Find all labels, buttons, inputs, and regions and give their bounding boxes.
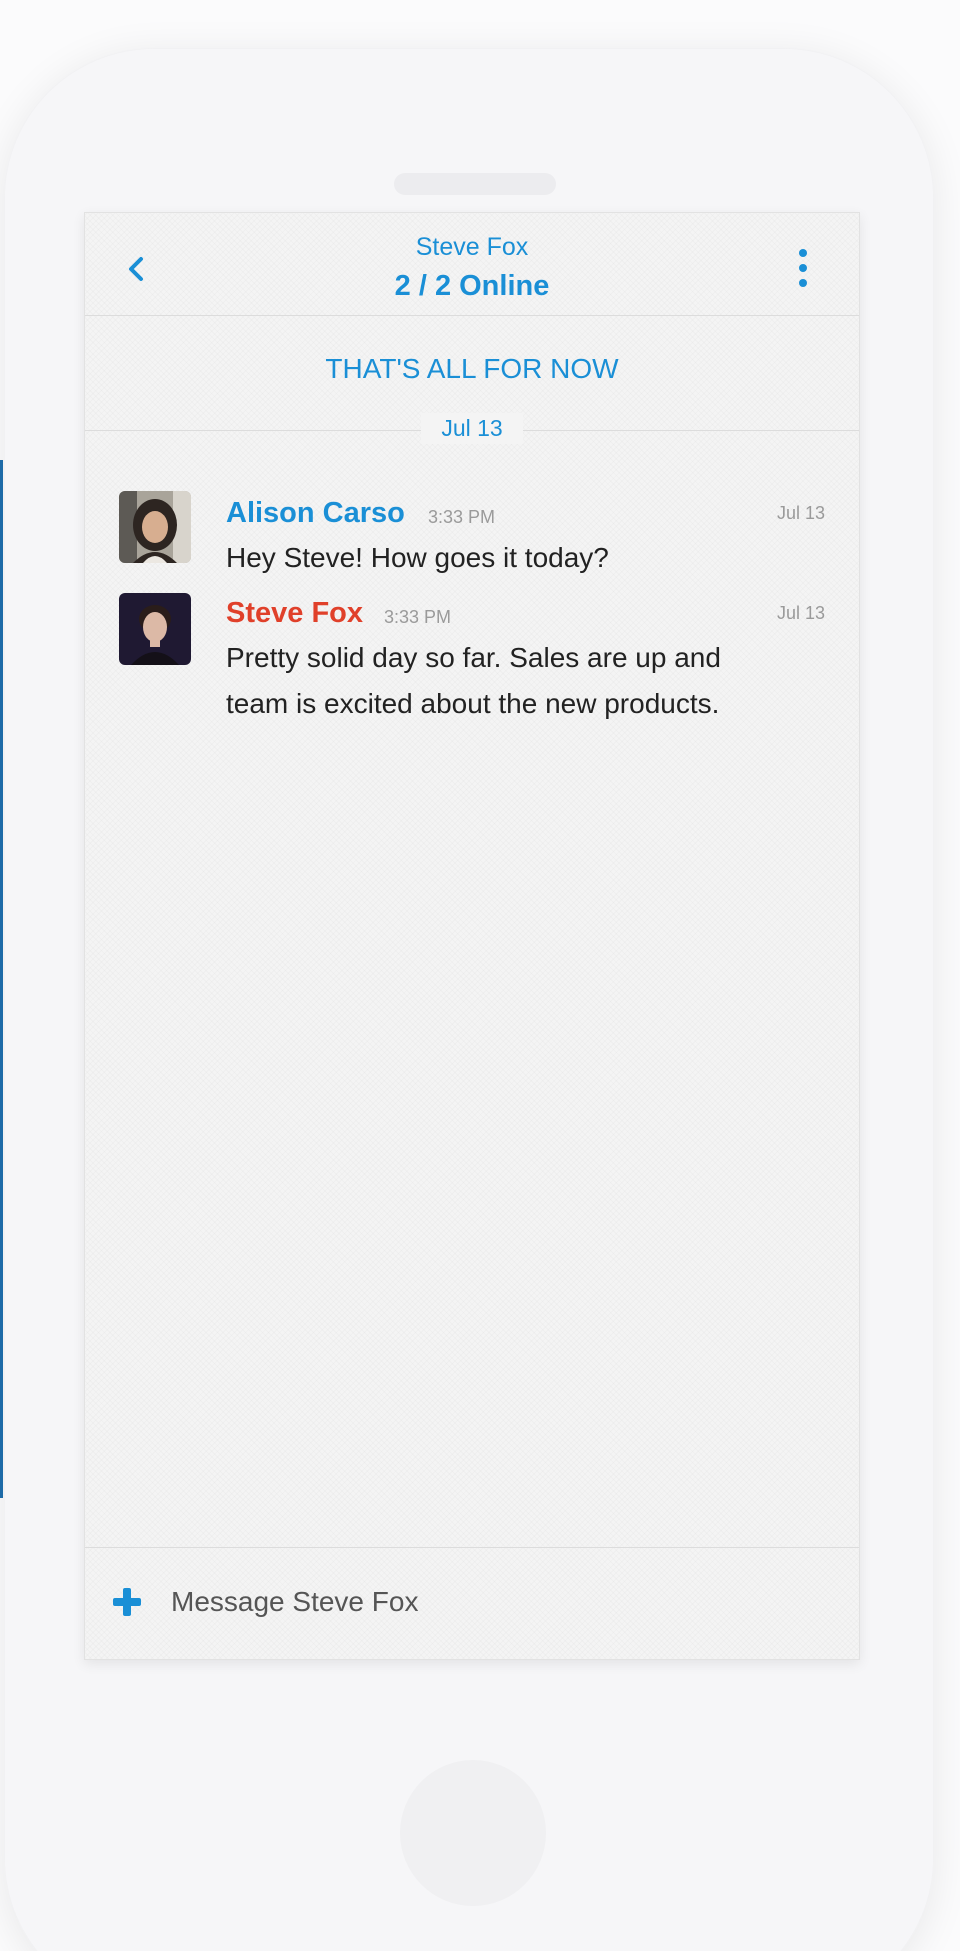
chat-header: Steve Fox 2 / 2 Online: [85, 213, 859, 316]
online-status: 2 / 2 Online: [394, 270, 550, 302]
chat-screen: Steve Fox 2 / 2 Online THAT'S ALL FOR NO…: [84, 212, 860, 1660]
phone-home-button[interactable]: [400, 1760, 546, 1906]
message-text: Pretty solid day so far. Sales are up an…: [226, 642, 721, 719]
message-input[interactable]: [169, 1570, 833, 1634]
page: Steve Fox 2 / 2 Online THAT'S ALL FOR NO…: [0, 0, 960, 1951]
avatar[interactable]: [119, 593, 191, 665]
date-divider-label: Jul 13: [421, 413, 523, 444]
message-sender[interactable]: Steve Fox: [226, 597, 363, 630]
message-composer: [85, 1547, 859, 1659]
contact-name: Steve Fox: [415, 233, 529, 261]
message-text: Hey Steve! How goes it today?: [226, 542, 609, 573]
message-date: Jul 13: [776, 603, 825, 623]
history-end-banner: THAT'S ALL FOR NOW: [325, 353, 619, 384]
message-time: 3:33 PM: [384, 607, 452, 627]
vertical-dots-icon[interactable]: [791, 246, 815, 290]
message-sender[interactable]: Alison Carso: [226, 497, 405, 530]
phone-speaker: [394, 173, 556, 195]
background-accent-bar: [0, 460, 3, 1498]
plus-icon[interactable]: [113, 1588, 141, 1616]
message-time: 3:33 PM: [428, 507, 496, 527]
message-date: Jul 13: [776, 503, 825, 523]
avatar[interactable]: [119, 491, 191, 563]
